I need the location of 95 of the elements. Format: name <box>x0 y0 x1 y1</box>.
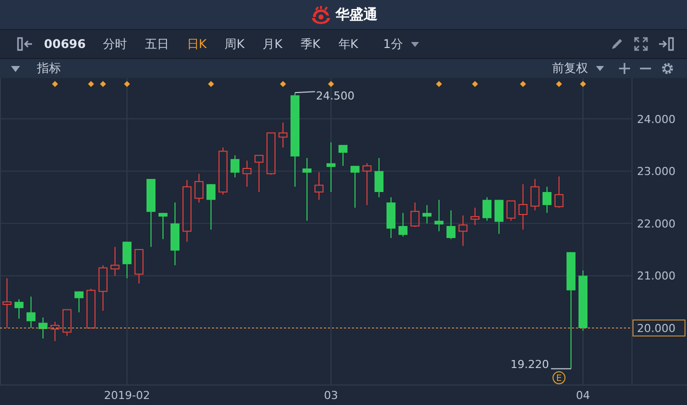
candlestick <box>2 278 12 328</box>
candlestick <box>278 122 288 148</box>
logo-icon <box>310 6 332 24</box>
event-marker-icon[interactable] <box>88 81 94 87</box>
candlestick <box>422 204 432 224</box>
candlestick <box>98 264 108 312</box>
last-price-tag: 20.000 <box>632 320 686 336</box>
candlestick <box>122 241 132 279</box>
price-axis-label: 21.000 <box>637 270 676 283</box>
candlestick <box>86 288 96 328</box>
expand-panel-icon[interactable] <box>658 37 674 51</box>
candlestick <box>134 249 144 284</box>
period-tab[interactable]: 五日 <box>138 36 176 52</box>
period-tab[interactable]: 日K <box>180 36 214 52</box>
candlestick <box>194 173 204 203</box>
candlestick <box>74 290 84 313</box>
date-axis-label: 2019-02 <box>104 389 150 402</box>
candlestick <box>542 186 552 214</box>
period-tab[interactable]: 分时 <box>96 36 134 52</box>
candlestick <box>158 212 168 240</box>
candlestick <box>374 158 384 198</box>
candlestick <box>398 212 408 237</box>
candlestick <box>494 199 504 234</box>
app-title: 华盛通 <box>336 6 378 24</box>
candlestick <box>338 144 348 166</box>
settings-icon[interactable] <box>661 62 674 75</box>
date-axis-label: 03 <box>324 389 338 402</box>
period-tab[interactable]: 月K <box>256 36 290 52</box>
candlestick <box>110 246 120 276</box>
event-marker-icon[interactable] <box>124 81 130 87</box>
indicator-label[interactable]: 指标 <box>37 60 61 77</box>
interval-dropdown[interactable]: 1分 <box>381 34 421 54</box>
candlestick <box>350 165 360 208</box>
candlestick <box>386 196 396 239</box>
candlestick <box>434 199 444 232</box>
event-marker-icon[interactable] <box>100 81 106 87</box>
candlestick <box>302 158 312 222</box>
period-tab[interactable]: 周K <box>218 36 252 52</box>
collapse-panel-icon[interactable] <box>17 37 33 51</box>
period-tab[interactable]: 年K <box>331 36 366 52</box>
ref-line-label: 20.000 <box>637 322 676 335</box>
pencil-icon[interactable] <box>610 37 624 51</box>
date-axis-label: 04 <box>576 389 590 402</box>
caret-icon <box>596 66 604 71</box>
candlestick <box>362 162 372 206</box>
event-marker-icon[interactable] <box>208 81 214 87</box>
candlestick <box>482 196 492 222</box>
stock-code: 00696 <box>44 37 86 51</box>
candlestick <box>206 184 216 230</box>
candlestick <box>14 298 24 320</box>
adjust-dropdown[interactable]: 前复权 <box>550 60 606 77</box>
caret-icon <box>410 42 419 46</box>
candlestick <box>506 200 516 222</box>
leader-line <box>550 368 572 370</box>
collapse-caret-icon[interactable] <box>11 66 20 72</box>
candlestick <box>530 178 540 211</box>
leader-line <box>294 91 316 94</box>
candlestick <box>230 154 240 178</box>
candlestick <box>242 160 252 188</box>
candlestick <box>170 202 180 266</box>
candlestick <box>38 317 48 339</box>
candlestick <box>266 132 276 176</box>
event-marker-icon[interactable] <box>328 81 334 87</box>
period-tab[interactable]: 季K <box>293 36 328 52</box>
candlestick <box>314 172 324 200</box>
candlestick <box>578 270 588 332</box>
candlestick <box>326 142 336 193</box>
high-price-label: 24.500 <box>316 90 354 103</box>
candlestick <box>26 296 36 328</box>
candlestick <box>554 176 564 208</box>
candlestick <box>254 154 264 193</box>
price-axis-label: 23.000 <box>637 165 676 178</box>
event-marker-icon[interactable] <box>556 81 562 87</box>
fullscreen-icon[interactable] <box>634 37 648 51</box>
candlestick <box>410 202 420 228</box>
candlestick <box>146 178 156 248</box>
low-price-label: 19.220 <box>510 358 549 371</box>
price-axis-label: 22.000 <box>637 217 676 230</box>
candlestick <box>446 210 456 240</box>
candlestick <box>182 179 192 242</box>
candlestick <box>218 147 228 196</box>
candlestick <box>470 207 480 226</box>
candlestick <box>458 215 468 246</box>
event-marker-icon[interactable] <box>52 81 58 87</box>
event-marker-icon[interactable] <box>472 81 478 87</box>
earnings-badge[interactable]: E <box>552 371 566 384</box>
event-marker-icon[interactable] <box>580 81 586 87</box>
event-marker-icon[interactable] <box>280 81 286 87</box>
candlestick <box>50 321 60 342</box>
event-marker-icon[interactable] <box>436 81 442 87</box>
candlestick <box>62 309 72 336</box>
plus-icon[interactable] <box>619 63 630 74</box>
event-marker-icon[interactable] <box>520 81 526 87</box>
candlestick <box>518 184 528 230</box>
price-axis-label: 24.000 <box>637 112 676 126</box>
